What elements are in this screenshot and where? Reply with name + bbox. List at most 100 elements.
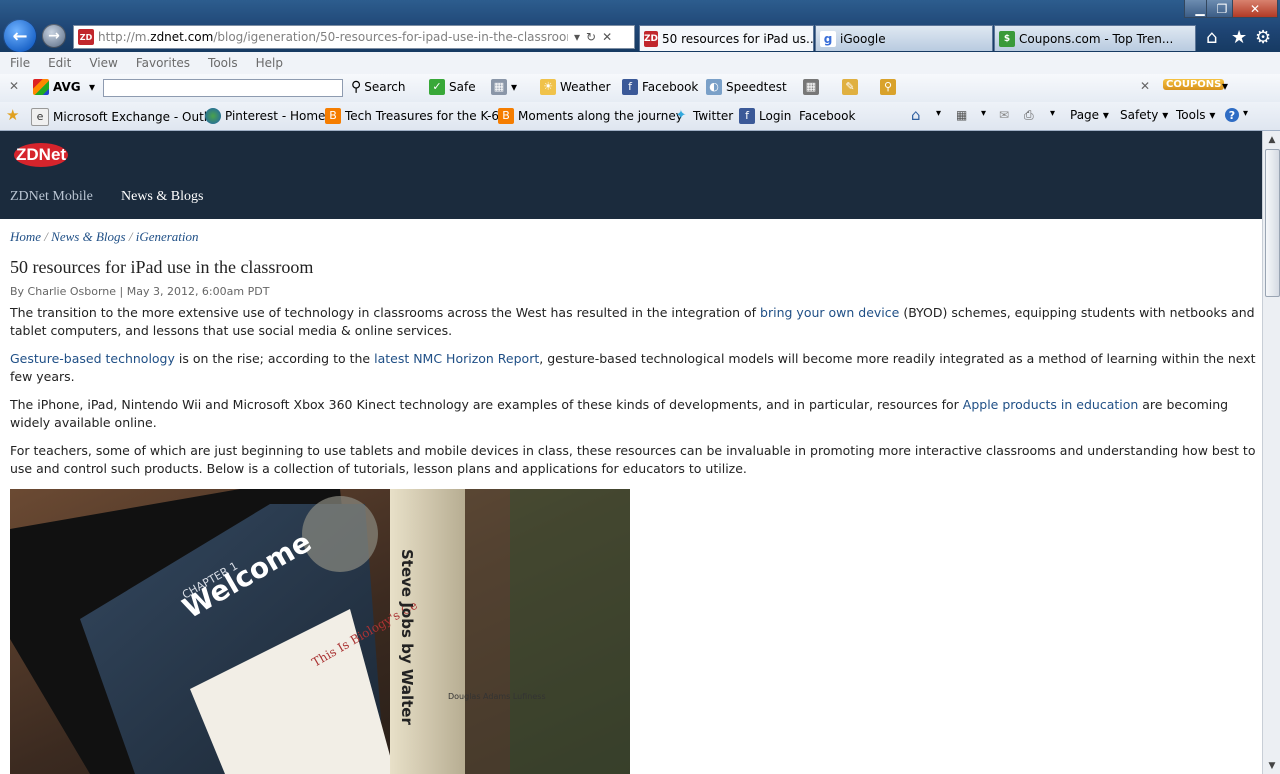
close-coupons-icon[interactable]: ✕	[1140, 79, 1150, 93]
search-icon: ⚲	[351, 79, 362, 95]
safe-button[interactable]: ✓ Safe	[429, 79, 476, 95]
menu-help[interactable]: Help	[256, 56, 283, 70]
close-window-button[interactable]: ✕	[1232, 0, 1278, 18]
tools-menu[interactable]: Tools ▾	[1176, 108, 1215, 122]
search-button[interactable]: ⚲ Search	[351, 79, 406, 95]
print-icon[interactable]: ⎙	[1024, 108, 1034, 123]
coupons-dropdown-icon[interactable]: ▾	[1222, 79, 1228, 93]
link-gesture-tech[interactable]: Gesture-based technology	[10, 351, 175, 366]
url-domain: zdnet.com	[150, 30, 214, 44]
home-icon[interactable]: ⌂	[1206, 27, 1217, 48]
page-icon: e	[31, 108, 49, 126]
address-url[interactable]: http://m.zdnet.com/blog/igeneration/50-r…	[98, 30, 568, 44]
fav-facebook-login[interactable]: f Login Facebook	[739, 108, 855, 124]
feed-dropdown-icon[interactable]: ▾	[981, 108, 986, 119]
fav-label: Microsoft Exchange - Outl...	[53, 110, 219, 124]
fav-tech-treasures[interactable]: B Tech Treasures for the K-6...	[325, 108, 510, 124]
screenshot-button[interactable]: ⚲	[880, 79, 900, 95]
scroll-up-icon[interactable]: ▲	[1263, 131, 1280, 148]
p1-text-a: The transition to the more extensive use…	[10, 305, 761, 320]
url-path: /blog/igeneration/50-resources-for-ipad-…	[213, 30, 568, 44]
fav-pinterest[interactable]: Pinterest - Home	[205, 108, 325, 124]
rss-feed-icon[interactable]: ▦	[956, 108, 967, 122]
calculator-icon: ▦	[803, 79, 819, 95]
p2-text-a: is on the rise; according to the	[174, 351, 375, 366]
dropdown-icon[interactable]: ▾	[574, 30, 580, 44]
fav-moments[interactable]: B Moments along the journey	[498, 108, 683, 124]
avg-search-input[interactable]	[103, 79, 343, 97]
coupons-button[interactable]: COUPONS	[1163, 79, 1225, 90]
shield-check-icon: ✓	[429, 79, 445, 95]
link-nmc-report[interactable]: latest NMC Horizon Report	[374, 351, 539, 366]
calculator-button[interactable]: ▦	[803, 79, 823, 95]
fav-twitter[interactable]: ✦ Twitter	[673, 108, 734, 124]
forward-button[interactable]: →	[42, 24, 66, 48]
blogger-icon: B	[498, 108, 514, 124]
weather-sun-icon: ☀	[540, 79, 556, 95]
photo-spine-text: Steve Jobs by Walter	[398, 549, 416, 725]
home-icon[interactable]: ⌂	[911, 106, 921, 124]
print-dropdown-icon[interactable]: ▾	[1050, 108, 1055, 119]
safety-menu[interactable]: Safety ▾	[1120, 108, 1168, 122]
back-button[interactable]: ←	[3, 19, 37, 53]
vertical-scrollbar[interactable]: ▲ ▼	[1262, 131, 1280, 774]
safety-menu-label: Safety	[1120, 108, 1159, 122]
menu-view[interactable]: View	[89, 56, 117, 70]
menu-bar: File Edit View Favorites Tools Help	[0, 52, 1280, 74]
breadcrumb-news-blogs[interactable]: News & Blogs	[51, 229, 125, 244]
address-bar[interactable]: ZD http://m.zdnet.com/blog/igeneration/5…	[73, 25, 635, 49]
avg-logo-icon	[33, 79, 49, 95]
google-icon: g	[820, 30, 836, 47]
magnifier-icon: ⚲	[880, 79, 896, 95]
menu-edit[interactable]: Edit	[48, 56, 71, 70]
facebook-button[interactable]: f Facebook	[622, 79, 698, 95]
breadcrumb-home[interactable]: Home	[10, 229, 41, 244]
scroll-down-icon[interactable]: ▼	[1263, 757, 1280, 774]
scrollbar-thumb[interactable]	[1265, 149, 1280, 297]
notepad-icon: ✎	[842, 79, 858, 95]
zdnet-tab-icon: ZD	[644, 30, 658, 47]
refresh-icon[interactable]: ↻	[586, 30, 596, 44]
mail-icon[interactable]: ✉	[999, 108, 1009, 122]
avg-button[interactable]: AVG ▾	[33, 79, 95, 95]
stop-icon[interactable]: ✕	[602, 30, 612, 44]
nav-news-blogs[interactable]: News & Blogs	[121, 189, 203, 205]
twitter-bird-icon: ✦	[675, 108, 687, 123]
trash-button[interactable]: ▦ ▾	[491, 79, 517, 95]
tab-label: iGoogle	[840, 31, 886, 46]
fav-label: Login Facebook	[759, 109, 856, 123]
page-menu[interactable]: Page ▾	[1070, 108, 1109, 122]
favorites-star-icon[interactable]: ★	[6, 106, 19, 124]
tab-coupons[interactable]: $ Coupons.com - Top Tren...	[994, 25, 1196, 51]
help-icon[interactable]: ?	[1225, 108, 1239, 122]
favorites-star-icon[interactable]: ★	[1231, 27, 1247, 48]
tab-zdnet[interactable]: ZD 50 resources for iPad us... ✕	[639, 25, 814, 51]
p3-text-a: The iPhone, iPad, Nintendo Wii and Micro…	[10, 397, 963, 412]
breadcrumb-igeneration[interactable]: iGeneration	[136, 229, 199, 244]
weather-button[interactable]: ☀ Weather	[540, 79, 611, 95]
link-byod[interactable]: bring your own device	[760, 305, 899, 320]
search-label: Search	[364, 80, 406, 94]
notepad-button[interactable]: ✎	[842, 79, 862, 95]
home-dropdown-icon[interactable]: ▾	[936, 108, 941, 119]
ipad-books-photo: CHAPTER 1 Welcome This Is Biology's Ce S…	[10, 489, 630, 774]
menu-tools[interactable]: Tools	[208, 56, 238, 70]
photo-authors-text: Douglas Adams Lufiness	[448, 692, 546, 701]
speedtest-button[interactable]: ◐ Speedtest	[706, 79, 787, 95]
fav-label: Pinterest - Home	[225, 109, 326, 123]
nav-zdnet-mobile[interactable]: ZDNet Mobile	[10, 189, 93, 205]
menu-favorites[interactable]: Favorites	[136, 56, 190, 70]
fav-microsoft-exchange[interactable]: e Microsoft Exchange - Outl...	[31, 108, 219, 126]
browser-titlebar: ▁ ❐ ✕ ← → ZD http://m.zdnet.com/blog/ige…	[0, 0, 1280, 53]
close-toolbar-icon[interactable]: ✕	[9, 79, 19, 93]
menu-file[interactable]: File	[10, 56, 30, 70]
settings-gear-icon[interactable]: ⚙	[1255, 27, 1271, 48]
zdnet-logo[interactable]: ZDNet	[14, 143, 69, 167]
zdnet-logo-badge: ZDNet	[14, 143, 69, 167]
link-apple-education[interactable]: Apple products in education	[963, 397, 1139, 412]
article-photo: CHAPTER 1 Welcome This Is Biology's Ce S…	[10, 489, 630, 774]
globe-icon	[205, 108, 221, 124]
fav-label: Twitter	[693, 109, 734, 123]
tab-igoogle[interactable]: g iGoogle	[815, 25, 993, 51]
help-dropdown-icon[interactable]: ▾	[1243, 108, 1248, 119]
